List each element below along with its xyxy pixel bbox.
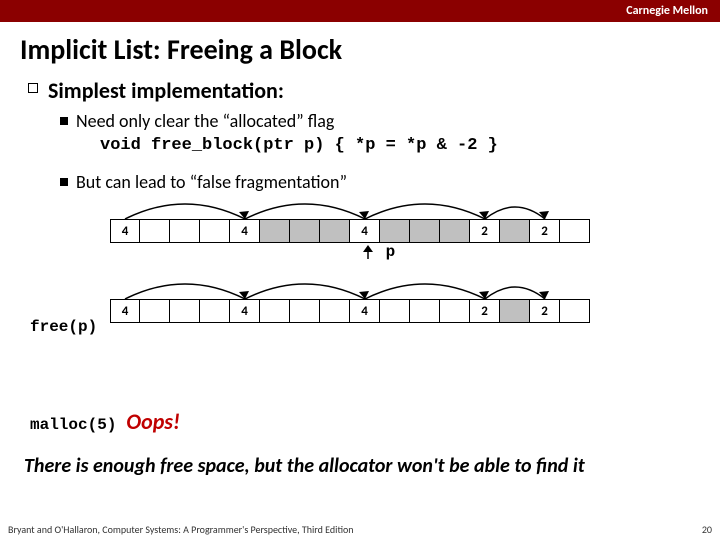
malloc-call-label: malloc(5) [30,416,116,434]
heap-cell: 2 [530,299,560,323]
heap-cell: 4 [230,219,260,243]
heap-diagram-before: 44422 p [110,219,720,243]
heap-cell [170,219,200,243]
heap-row-after: 4 4 4 2 2 [110,299,720,323]
bullet-level1: Simplest implementation: [0,77,720,104]
traversal-arcs-icon [110,273,590,301]
heap-cell [560,219,590,243]
bullet-sub2: But can lead to “false fragmentation” [0,171,720,193]
heap-cell: 4 [230,299,260,323]
square-bullet-icon [60,178,68,186]
page-number: 20 [702,523,712,536]
heap-cell: 2 [470,299,500,323]
slide-footer: Bryant and O'Hallaron, Computer Systems:… [8,523,712,536]
square-bullet-icon [60,117,68,125]
heap-cell [290,299,320,323]
footer-citation: Bryant and O'Hallaron, Computer Systems:… [8,523,354,536]
conclusion-text: There is enough free space, but the allo… [0,454,609,478]
bullet-level1-text: Simplest implementation: [48,77,284,104]
heap-cell [200,299,230,323]
bullet-sub1-text: Need only clear the “allocated” flag [76,110,334,132]
heap-cell [410,299,440,323]
oops-label: Oops! [126,408,180,435]
malloc-row: malloc(5) Oops! [30,408,180,435]
heap-cell: 4 [110,219,140,243]
heap-cell [260,219,290,243]
heap-cell: 4 [350,219,380,243]
heap-cell: 4 [110,299,140,323]
code-line: void free_block(ptr p) { *p = *p & -2 } [0,136,720,155]
square-bullet-icon [28,83,38,93]
heap-row-before: 4 4 4 2 2 [110,219,720,243]
heap-cell [260,299,290,323]
heap-cell [170,299,200,323]
heap-cell: 2 [470,219,500,243]
slide-title: Implicit List: Freeing a Block [0,22,720,73]
heap-diagram-after: 4 4 4 2 2 [110,299,720,323]
pointer-p-label: p [360,245,395,263]
heap-cell [320,219,350,243]
bullet-sub2-text: But can lead to “false fragmentation” [76,171,347,193]
heap-cell [500,299,530,323]
heap-cell [140,219,170,243]
heap-cell [290,219,320,243]
bullet-sub1: Need only clear the “allocated” flag [0,110,720,132]
free-call-label: free(p) [30,318,97,336]
heap-cell [440,299,470,323]
heap-cell [140,299,170,323]
heap-cell: 2 [530,219,560,243]
heap-cell [380,299,410,323]
heap-cell [500,219,530,243]
heap-cell: 4 [350,299,380,323]
arrow-up-icon [360,245,376,259]
heap-cell [440,219,470,243]
heap-cell [380,219,410,243]
institution-label: Carnegie Mellon [626,4,708,18]
heap-cell [560,299,590,323]
heap-cell [200,219,230,243]
heap-cell [320,299,350,323]
traversal-arcs-icon [110,193,590,221]
heap-cell [410,219,440,243]
pointer-p-text: p [386,243,396,261]
slide: Carnegie Mellon Implicit List: Freeing a… [0,0,720,540]
institution-bar: Carnegie Mellon [0,0,720,22]
